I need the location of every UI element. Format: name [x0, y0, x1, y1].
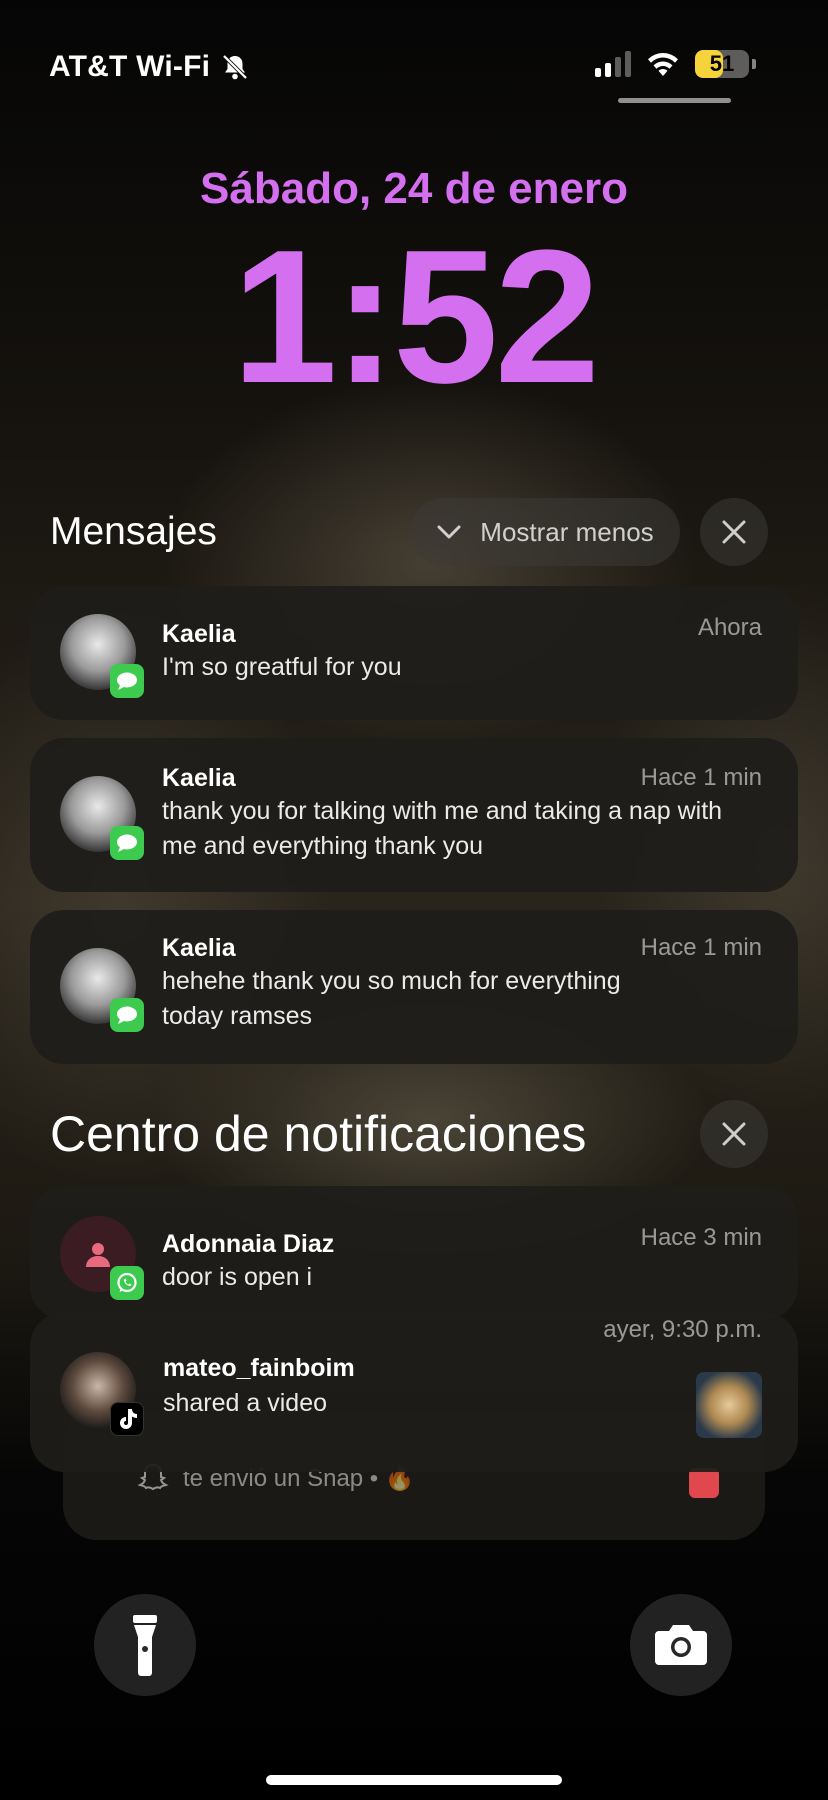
notification-body: I'm so greatful for you — [162, 653, 402, 681]
person-icon — [86, 1243, 110, 1267]
signal-icon — [595, 51, 631, 77]
camera-button[interactable] — [630, 1594, 732, 1696]
message-notification[interactable]: Kaelia Ahora I'm so greatful for you — [30, 586, 798, 720]
notification-sender: Kaelia — [162, 934, 236, 962]
show-less-button[interactable]: Mostrar menos — [410, 498, 680, 566]
chevron-down-icon — [437, 525, 461, 539]
messages-app-badge — [110, 664, 144, 698]
flashlight-icon — [133, 1615, 157, 1676]
notification-body: door is open i — [162, 1263, 313, 1291]
status-icons: 51 — [595, 50, 756, 78]
notification-time: Ahora — [697, 614, 762, 641]
notification-time: Hace 3 min — [640, 1224, 762, 1251]
message-bubble-icon — [117, 1006, 137, 1024]
battery-cap — [752, 59, 756, 69]
lock-clock: 1:52 — [231, 211, 600, 423]
battery-level: 51 — [709, 51, 735, 76]
close-icon — [722, 520, 746, 544]
notification-body: hehehe thank you so much for everything … — [162, 967, 621, 1030]
stacked-notification-thumbnail — [689, 1468, 719, 1498]
messages-app-badge — [110, 998, 144, 1032]
message-notification[interactable]: Kaelia Hace 1 min hehehe thank you so mu… — [30, 910, 798, 1064]
notification-center-title: Centro de notificaciones — [50, 1106, 587, 1162]
close-icon — [722, 1122, 746, 1146]
carrier-label-group: AT&T Wi-Fi — [49, 50, 250, 84]
status-bar-indicator — [618, 98, 731, 103]
message-bubble-icon — [117, 672, 137, 690]
tiktok-icon — [120, 1409, 137, 1429]
clear-messages-button[interactable] — [700, 498, 768, 566]
message-bubble-icon — [117, 834, 137, 852]
notification-sender: mateo_fainboim — [163, 1354, 355, 1382]
notification-sender: Adonnaia Diaz — [162, 1230, 335, 1258]
carrier-label: AT&T Wi-Fi — [49, 50, 211, 83]
notification-time: Hace 1 min — [640, 934, 762, 961]
tiktok-app-badge — [110, 1402, 144, 1436]
notification-sender: Kaelia — [162, 620, 236, 648]
tiktok-notification[interactable]: mateo_fainboim ayer, 9:30 p.m. shared a … — [30, 1312, 798, 1472]
flashlight-button[interactable] — [94, 1594, 196, 1696]
whatsapp-icon — [117, 1272, 137, 1293]
notification-sender: Kaelia — [162, 764, 236, 792]
notification-body: thank you for talking with me and taking… — [162, 797, 723, 860]
notification-time: ayer, 9:30 p.m. — [603, 1316, 762, 1343]
lock-date: Sábado, 24 de enero — [200, 164, 628, 213]
messages-app-badge — [110, 826, 144, 860]
clear-notification-center-button[interactable] — [700, 1100, 768, 1168]
bell-slash-icon — [222, 54, 248, 80]
notification-time: Hace 1 min — [640, 764, 762, 791]
message-notification[interactable]: Kaelia Hace 1 min thank you for talking … — [30, 738, 798, 892]
camera-icon — [655, 1625, 707, 1665]
notification-body: shared a video — [163, 1389, 328, 1417]
messages-group-header: Mensajes Mostrar menos — [50, 498, 798, 566]
messages-group-title: Mensajes — [50, 510, 217, 553]
battery-icon: 51 — [695, 50, 749, 78]
whatsapp-app-badge — [110, 1266, 144, 1300]
status-bar: AT&T Wi-Fi 51 — [0, 0, 828, 110]
video-thumbnail — [696, 1372, 762, 1438]
wifi-icon — [648, 52, 678, 76]
whatsapp-notification[interactable]: Adonnaia Diaz Hace 3 min door is open i — [30, 1186, 798, 1320]
notification-center-header: Centro de notificaciones — [50, 1100, 798, 1168]
show-less-label: Mostrar menos — [480, 516, 654, 547]
home-indicator[interactable] — [266, 1775, 562, 1785]
